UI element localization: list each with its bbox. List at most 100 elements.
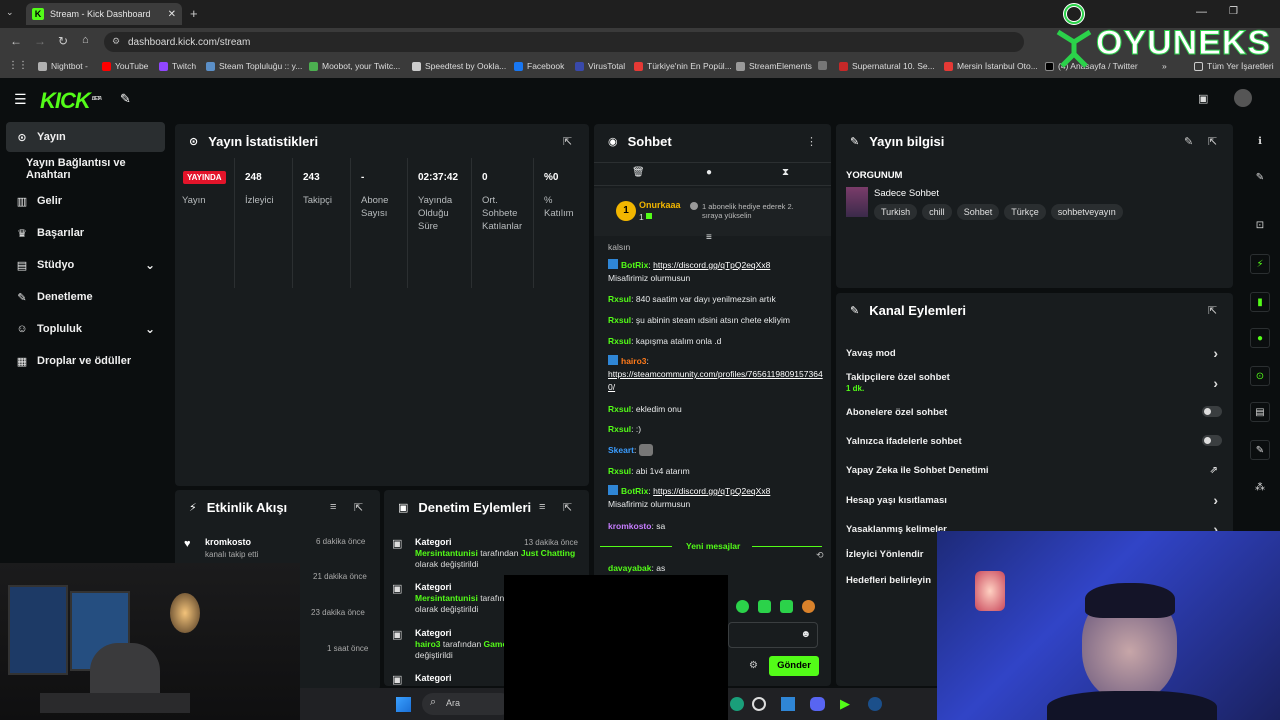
hourglass-icon[interactable]: ⧗ [782,167,789,178]
taskbar-search[interactable]: ⌕ Ara [422,693,512,715]
sidebar-item-drops[interactable]: ▦ Droplar ve ödüller [6,346,165,376]
sidebar-item-studio[interactable]: ▤ Stüdyo ⌄ [6,250,165,280]
back-icon[interactable]: ← [10,34,22,48]
toggle-switch[interactable] [1202,406,1222,417]
bookmark-item[interactable]: VirusTotal [575,61,625,71]
apps-icon[interactable]: ⋮⋮ [8,60,28,71]
new-messages-divider[interactable]: Yeni mesajlar [600,540,822,552]
sidebar-item-revenue[interactable]: ▥ Gelir [6,186,165,216]
popout-icon[interactable]: ⇱ [1208,304,1217,317]
emote-icon[interactable] [802,600,815,613]
windows-start-icon[interactable] [396,697,411,712]
sidebar-item-stream[interactable]: ⊙ Yayın [6,122,165,152]
popout-icon[interactable]: ⇱ [354,501,363,514]
action-subscribers-only[interactable]: Abonelere özel sohbet [846,406,1226,418]
chat-icon[interactable]: ● [1250,328,1270,348]
gift-icon [690,202,698,210]
close-tab-icon[interactable]: ✕ [168,9,176,20]
pin-icon[interactable]: ✎ [120,91,131,107]
tag[interactable]: chill [922,204,952,220]
bookmark-item[interactable]: Mersin İstanbul Oto... [944,61,1038,71]
edge-icon[interactable] [730,697,744,711]
bookmark-item[interactable]: StreamElements [736,61,812,71]
chat-bubble-icon[interactable]: ● [706,167,712,178]
menu-icon[interactable]: ☰ [14,91,27,108]
wrench-icon[interactable]: ✎ [1250,440,1270,460]
sidebar-item-stream-key[interactable]: Yayın Bağlantısı ve Anahtarı [6,154,172,184]
forward-icon[interactable]: → [34,34,46,48]
steam-icon[interactable] [868,697,882,711]
tag[interactable]: Türkçe [1004,204,1046,220]
sidebar-item-community[interactable]: ☺ Topluluk ⌄ [6,314,165,344]
bookmark-item[interactable]: YouTube [102,61,148,71]
stat-viewers: 248 İzleyici [235,158,293,288]
screen-icon[interactable]: ▣ [1198,92,1208,105]
apps-icon[interactable]: ⁂ [1250,478,1270,498]
bookmark-item[interactable]: Supernatural 10. Se... [839,61,935,71]
discord-icon[interactable] [810,697,825,711]
sidebar-item-achievements[interactable]: ♛ Başarılar [6,218,165,248]
stream-info-panel: ✎ Yayın bilgisi ✎ ⇱ YORGUNUM Sadece Sohbe… [836,124,1233,288]
popout-icon[interactable]: ⇱ [1208,135,1217,148]
lightning-icon[interactable]: ⚡ [1250,254,1270,274]
category-icon: ▣ [392,629,403,641]
document-icon[interactable]: ▮ [1250,292,1270,312]
scroll-icon[interactable]: ⟲ [816,550,824,561]
popout-icon[interactable]: ⇱ [563,501,572,514]
bookmark-item[interactable]: Speedtest by Ookla... [412,61,506,71]
app-icon[interactable] [752,697,766,711]
new-tab-icon[interactable]: + [190,6,198,21]
chevron-down-icon: ⌄ [144,258,155,272]
home-icon[interactable]: ⌂ [82,34,89,46]
sidebar-item-moderation[interactable]: ✎ Denetleme [6,282,165,312]
emote-icon[interactable] [758,600,771,613]
popout-icon[interactable]: ⇱ [563,135,572,148]
lightning-icon: ⚡ [189,501,197,514]
tag[interactable]: Sohbet [956,204,1000,220]
trash-icon[interactable]: 🗑 [632,167,645,178]
bookmark-item[interactable]: Nightbot - [38,61,88,71]
toggle-switch[interactable] [1202,435,1222,446]
kick-app-icon[interactable]: ▶ [840,696,850,712]
reload-icon[interactable]: ↻ [58,34,68,48]
bookmark-item[interactable]: Twitch [159,61,196,71]
url-field[interactable]: ⚙ dashboard.kick.com/stream [104,32,1024,52]
info-icon: ✎ [850,135,860,148]
tab-list-icon[interactable]: ⌄ [6,7,14,18]
edit-icon[interactable]: ✎ [1250,168,1270,188]
settings-icon[interactable]: ⚙ [749,660,758,671]
beta-badge: BETA [91,95,102,102]
send-button[interactable]: Gönder [769,656,819,676]
action-ai-moderation[interactable]: Yapay Zeka ile Sohbet Denetimi ⇗ [846,465,1226,476]
action-emotes-only[interactable]: Yalnızca ifadelerle sohbet [846,435,1226,447]
emoji-icon[interactable]: ☻ [800,629,811,640]
site-info-icon[interactable]: ⚙ [112,36,120,47]
action-slow-mode[interactable]: Yavaş mod › [846,345,1226,361]
avatar[interactable] [1234,89,1252,107]
bookmark-item[interactable]: Steam Topluluğu :: y... [206,61,302,71]
edit-icon[interactable]: ✎ [1184,135,1193,148]
layout-icon[interactable]: ▤ [1250,402,1270,422]
action-account-age[interactable]: Hesap yaşı kısıtlaması › [846,492,1226,508]
bookmark-item[interactable]: Facebook [514,61,564,71]
stream-title: YORGUNUM [846,170,903,181]
emote-icon[interactable] [736,600,749,613]
bookmark-item[interactable] [818,61,831,70]
more-options-icon[interactable]: ⋮ [806,135,817,148]
emote-icon[interactable] [780,600,793,613]
store-icon[interactable] [781,697,795,711]
tag[interactable]: Turkish [874,204,918,220]
filter-icon[interactable]: ≡ [330,501,336,513]
kick-logo[interactable]: KICK BETA [40,88,102,114]
bookmark-item[interactable]: Moobot, your Twitc... [309,61,400,71]
info-icon[interactable]: ℹ [1250,132,1270,152]
filter-icon[interactable]: ≡ [539,501,545,513]
tag[interactable]: sohbetveyayın [1050,204,1123,220]
broadcast-icon[interactable]: ⊙ [1250,366,1270,386]
bookmark-item[interactable]: Türkiye'nin En Popül... [634,61,732,71]
action-followers-only[interactable]: Takipçilere özel sohbet 1 dk. › [846,372,1226,394]
browser-tab[interactable]: K Stream - Kick Dashboard ✕ [26,3,182,25]
crop-icon[interactable]: ⊡ [1250,216,1270,236]
chat-message: kromkosto: sa [608,521,666,531]
chat-input[interactable]: ☻ [728,622,818,648]
